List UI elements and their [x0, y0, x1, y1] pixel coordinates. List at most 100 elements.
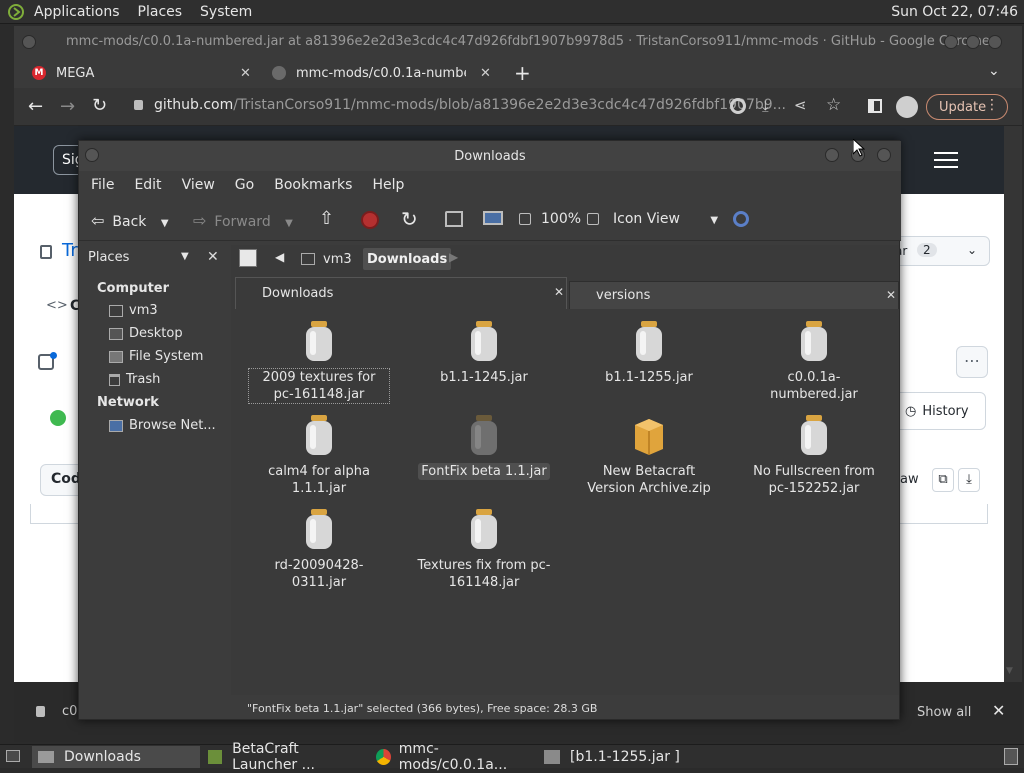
- file-item[interactable]: rd-20090428-0311.jar: [249, 507, 389, 591]
- file-item[interactable]: b1.1-1255.jar: [579, 319, 719, 386]
- chevron-down-icon[interactable]: ▼: [285, 218, 293, 229]
- search-icon[interactable]: [733, 211, 749, 227]
- sidebar-header: Places ▼ ✕: [83, 245, 227, 271]
- clock[interactable]: Sun Oct 22, 07:46: [891, 4, 1018, 20]
- bookmark-star-icon[interactable]: ☆: [826, 95, 841, 115]
- profile-avatar[interactable]: [896, 96, 918, 118]
- up-arrow-icon[interactable]: ⇧: [319, 208, 334, 229]
- raw-button[interactable]: aw ⧉ ⤓: [900, 466, 990, 496]
- install-icon[interactable]: ⤓: [762, 97, 769, 115]
- places-menu[interactable]: Places: [138, 4, 183, 20]
- download-icon[interactable]: ⤓: [958, 468, 980, 492]
- chrome-titlebar[interactable]: mmc-mods/c0.0.1a-numbered.jar at a81396e…: [14, 26, 1022, 58]
- hamburger-menu-icon[interactable]: [934, 152, 958, 168]
- tab-github[interactable]: mmc-mods/c0.0.1a-numbere ✕: [272, 58, 502, 88]
- distro-logo-icon[interactable]: [8, 3, 24, 20]
- path-right-arrow-icon[interactable]: ▶: [449, 250, 458, 264]
- menu-go[interactable]: Go: [235, 177, 254, 193]
- home-icon[interactable]: [445, 211, 463, 227]
- tab-versions[interactable]: versions ✕: [569, 281, 899, 309]
- close-tab-icon[interactable]: ✕: [554, 285, 564, 299]
- show-desktop-icon[interactable]: [6, 750, 20, 762]
- download-item[interactable]: c0: [62, 704, 77, 719]
- sidebar-item-vm3[interactable]: vm3: [109, 303, 158, 318]
- file-item-selected[interactable]: FontFix beta 1.1.jar: [414, 413, 554, 480]
- zoom-out-icon[interactable]: [519, 213, 531, 225]
- scrollbar-arrow-icon[interactable]: ▼: [1006, 666, 1013, 676]
- forward-arrow-icon: ⇨: [193, 211, 207, 230]
- forward-button[interactable]: ⇨ Forward ▼: [193, 211, 293, 230]
- close-tab-icon[interactable]: ✕: [240, 66, 251, 81]
- side-panel-icon[interactable]: [868, 99, 882, 113]
- view-mode-select[interactable]: Icon View ▼: [613, 211, 718, 227]
- file-item[interactable]: 2009 textures for pc-161148.jar: [248, 319, 390, 404]
- sidebar-item-trash[interactable]: Trash: [109, 372, 160, 387]
- close-sidebar-icon[interactable]: ✕: [207, 249, 219, 265]
- path-left-arrow-icon[interactable]: ◀: [275, 250, 284, 264]
- tab-downloads[interactable]: Downloads ✕: [235, 277, 567, 309]
- history-button[interactable]: ◷ History: [894, 392, 986, 430]
- reload-icon[interactable]: ↻: [92, 95, 107, 116]
- sidebar-item-file-system[interactable]: File System: [109, 349, 203, 364]
- task-downloads[interactable]: Downloads: [32, 746, 200, 768]
- lock-icon[interactable]: [134, 100, 143, 110]
- sidebar-type-select[interactable]: Places ▼: [85, 247, 199, 269]
- file-item[interactable]: c0.0.1a-numbered.jar: [744, 319, 884, 403]
- more-options-button[interactable]: ⋯: [956, 346, 988, 378]
- task-chrome[interactable]: mmc-mods/c0.0.1a...: [370, 741, 536, 773]
- menu-bookmarks[interactable]: Bookmarks: [274, 177, 352, 193]
- copy-icon[interactable]: ⧉: [932, 468, 954, 492]
- task-betacraft[interactable]: BetaCraft Launcher ...: [202, 741, 368, 773]
- more-menu-icon[interactable]: ⋮: [985, 97, 999, 113]
- minimize-icon[interactable]: [944, 35, 958, 49]
- menu-file[interactable]: File: [91, 177, 114, 193]
- close-tab-icon[interactable]: ✕: [480, 66, 491, 81]
- menu-edit[interactable]: Edit: [134, 177, 161, 193]
- file-item[interactable]: calm4 for alpha 1.1.1.jar: [249, 413, 389, 497]
- minimize-icon[interactable]: [825, 148, 839, 162]
- repo-name[interactable]: Tr: [62, 240, 78, 261]
- file-item[interactable]: Textures fix from pc-161148.jar: [414, 507, 554, 591]
- trash-applet-icon[interactable]: [1004, 748, 1018, 765]
- menu-view[interactable]: View: [182, 177, 215, 193]
- mouse-cursor-icon: [852, 137, 866, 161]
- task-jar-file[interactable]: [b1.1-1255.jar ]: [538, 746, 704, 768]
- reload-icon[interactable]: ↻: [401, 207, 418, 231]
- zoom-in-icon[interactable]: [587, 213, 599, 225]
- applications-menu[interactable]: Applications: [34, 4, 120, 20]
- file-manager-titlebar[interactable]: Downloads: [79, 141, 901, 171]
- file-item[interactable]: No Fullscreen from pc-152252.jar: [744, 413, 884, 497]
- close-icon[interactable]: [988, 35, 1002, 49]
- show-all-button[interactable]: Show all: [917, 705, 971, 720]
- share-icon[interactable]: ⋖: [794, 96, 807, 114]
- edit-path-icon[interactable]: [239, 249, 257, 267]
- chevron-down-icon[interactable]: ▼: [161, 218, 169, 229]
- path-segment-downloads[interactable]: Downloads: [363, 248, 452, 270]
- new-tab-icon[interactable]: +: [514, 61, 531, 85]
- close-tab-icon[interactable]: ✕: [886, 288, 896, 302]
- maximize-icon[interactable]: [966, 35, 980, 49]
- address-bar[interactable]: github.com/TristanCorso911/mmc-mods/blob…: [154, 97, 786, 113]
- system-menu[interactable]: System: [200, 4, 252, 20]
- file-item[interactable]: New Betacraft Version Archive.zip: [579, 413, 719, 497]
- path-segment-vm3[interactable]: vm3: [301, 248, 352, 270]
- tab-mega[interactable]: M MEGA ✕: [32, 58, 262, 88]
- file-icon-grid[interactable]: 2009 textures for pc-161148.jar b1.1-124…: [235, 311, 895, 695]
- stop-icon[interactable]: [361, 211, 379, 229]
- window-menu-icon[interactable]: [22, 35, 36, 49]
- close-icon[interactable]: [877, 148, 891, 162]
- tab-search-icon[interactable]: ⌄: [988, 63, 1000, 79]
- google-icon[interactable]: [730, 98, 746, 114]
- file-item[interactable]: b1.1-1245.jar: [414, 319, 554, 386]
- update-button[interactable]: Update ⋮: [926, 94, 1008, 120]
- chevron-down-icon[interactable]: ⌄: [967, 243, 977, 257]
- close-downloads-icon[interactable]: ✕: [992, 701, 1005, 720]
- sidebar-item-desktop[interactable]: Desktop: [109, 326, 183, 341]
- back-arrow-icon[interactable]: ←: [28, 96, 43, 117]
- menu-help[interactable]: Help: [372, 177, 404, 193]
- sidebar-item-browse-network[interactable]: Browse Net...: [109, 418, 216, 433]
- forward-arrow-icon[interactable]: →: [60, 96, 75, 117]
- computer-icon[interactable]: [483, 211, 503, 225]
- back-button[interactable]: ⇦ Back ▼: [91, 211, 169, 230]
- window-menu-icon[interactable]: [85, 148, 99, 162]
